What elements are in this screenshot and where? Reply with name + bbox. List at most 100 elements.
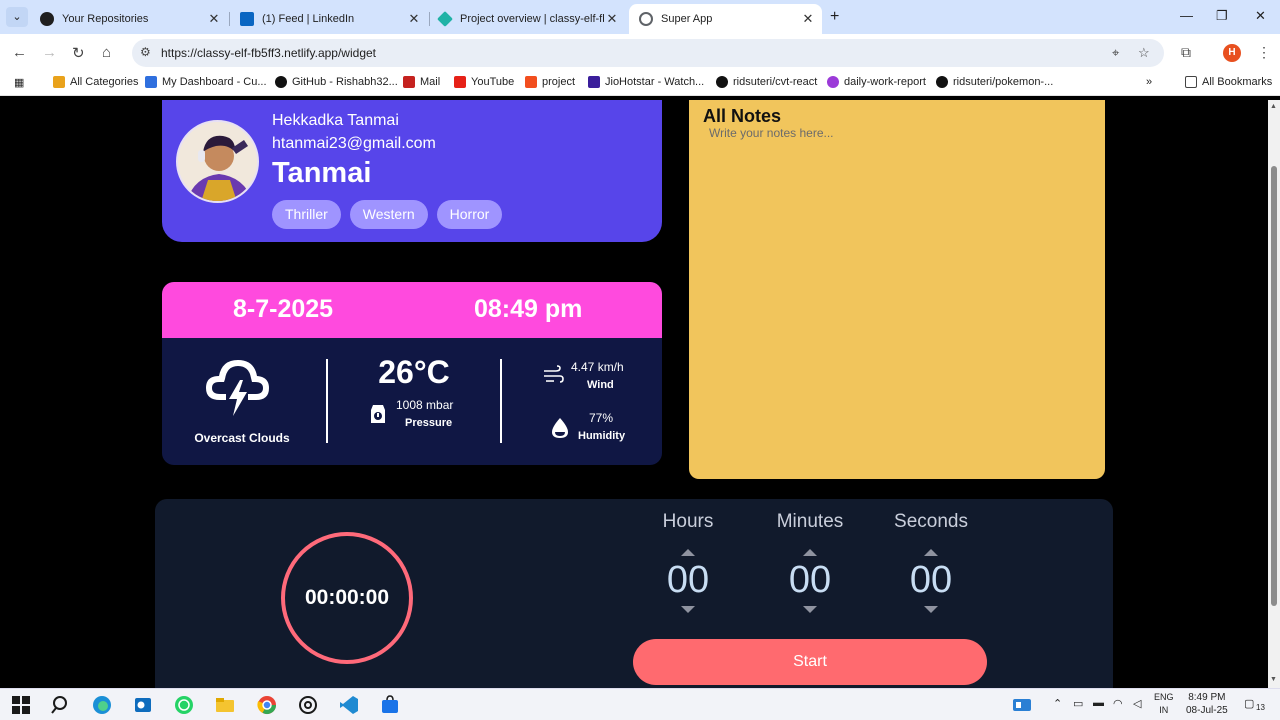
close-icon[interactable]: ✕ (800, 11, 816, 27)
maximize-icon[interactable]: ❐ (1216, 8, 1228, 24)
notes-textarea[interactable] (709, 126, 1089, 456)
notes-title: All Notes (703, 106, 782, 126)
widgets-icon[interactable] (1012, 695, 1032, 715)
store-icon[interactable] (380, 695, 400, 715)
pressure-value: 1008 mbar (396, 398, 454, 412)
language-indicator[interactable]: ENG IN (1154, 691, 1174, 717)
tab-search-button[interactable]: ⌄ (6, 7, 28, 27)
category-icon (53, 76, 65, 88)
netlify-icon (437, 11, 453, 27)
genre-chip[interactable]: Western (349, 200, 428, 229)
hours-decrement-icon[interactable] (681, 606, 695, 613)
github-icon (716, 76, 728, 88)
bookmark-item[interactable]: My Dashboard - Cu... (145, 76, 267, 88)
wind-icon (544, 365, 564, 383)
hours-label: Hours (662, 511, 714, 532)
file-explorer-icon[interactable] (215, 695, 235, 715)
weather-header: 8-7-2025 08:49 pm (162, 282, 662, 338)
bookmark-item[interactable]: GitHub - Rishabh32... (275, 76, 398, 88)
volume-icon[interactable]: ◁ (1133, 697, 1141, 710)
mail-icon (403, 76, 415, 88)
report-icon (827, 76, 839, 88)
profile-avatar[interactable]: H (1223, 44, 1241, 62)
more-bookmarks-icon[interactable]: » (1146, 76, 1152, 88)
timer-card: 00:00:00 Hours 00 Minutes 00 Seconds 00 … (155, 499, 1113, 688)
windows-start-icon[interactable] (11, 695, 31, 715)
seconds-label: Seconds (894, 511, 968, 532)
system-clock[interactable]: 8:49 PM 08-Jul-25 (1186, 691, 1228, 717)
close-icon[interactable]: ✕ (604, 11, 620, 27)
close-icon[interactable]: ✕ (206, 11, 222, 27)
close-icon[interactable]: ✕ (406, 11, 422, 27)
linkedin-icon (240, 12, 254, 26)
whatsapp-icon[interactable] (174, 695, 194, 715)
reload-icon[interactable]: ↻ (72, 44, 85, 62)
bookmark-item[interactable]: daily-work-report (827, 76, 926, 88)
all-bookmarks-folder[interactable]: All Bookmarks (1185, 76, 1272, 88)
minimize-icon[interactable]: — (1180, 8, 1193, 23)
edge-icon[interactable] (92, 695, 112, 715)
genre-chips: Thriller Western Horror (272, 200, 503, 229)
bookmark-item[interactable]: Mail (403, 76, 440, 88)
show-hidden-icons[interactable]: ⌃ (1053, 697, 1062, 710)
weather-temperature: 26°C (378, 354, 450, 390)
vscode-icon[interactable] (339, 695, 359, 715)
location-icon[interactable]: ⌖ (1112, 45, 1119, 61)
chrome-icon[interactable] (257, 695, 277, 715)
hotstar-icon (588, 76, 600, 88)
humidity-label: Humidity (578, 430, 626, 442)
hours-increment-icon[interactable] (681, 549, 695, 556)
notification-icon[interactable]: ▢ (1244, 697, 1254, 710)
seconds-value: 00 (909, 559, 953, 601)
scroll-down-icon[interactable]: ▼ (1270, 676, 1277, 683)
scrollbar-thumb[interactable] (1271, 166, 1277, 606)
genre-chip[interactable]: Thriller (272, 200, 341, 229)
bookmark-item[interactable]: YouTube (454, 76, 514, 88)
page-scrollbar[interactable]: ▲ ▼ (1268, 100, 1280, 688)
home-icon[interactable]: ⌂ (102, 44, 111, 61)
figma-icon (525, 76, 537, 88)
forward-arrow-icon[interactable]: → (42, 44, 57, 61)
site-info-icon[interactable]: ⚙ (140, 45, 151, 59)
globe-icon (639, 12, 653, 26)
bookmark-item[interactable]: JioHotstar - Watch... (588, 76, 704, 88)
tab-your-repositories[interactable]: Your Repositories ✕ (30, 4, 228, 34)
apps-grid-icon[interactable]: ▦ (14, 76, 24, 89)
tab-super-app[interactable]: Super App ✕ (629, 4, 822, 34)
bookmark-star-icon[interactable]: ☆ (1138, 45, 1150, 61)
hours-value: 00 (666, 559, 710, 601)
url-omnibox[interactable]: ⚙ https://classy-elf-fb5ff3.netlify.app/… (132, 39, 1164, 67)
url-text[interactable]: https://classy-elf-fb5ff3.netlify.app/wi… (161, 46, 376, 60)
github-icon (275, 76, 287, 88)
meet-icon[interactable]: ▭ (1073, 697, 1083, 710)
chatgpt-icon[interactable] (298, 695, 318, 715)
address-bar: ← → ↻ ⌂ ⚙ https://classy-elf-fb5ff3.netl… (0, 34, 1280, 72)
dashboard-icon (145, 76, 157, 88)
window-close-icon[interactable]: ✕ (1255, 8, 1266, 24)
scroll-up-icon[interactable]: ▲ (1270, 103, 1277, 110)
battery-icon[interactable]: ▬ (1093, 697, 1104, 709)
bookmark-item[interactable]: ridsuteri/cvt-react (716, 76, 817, 88)
minutes-increment-icon[interactable] (803, 549, 817, 556)
bookmark-item[interactable]: ridsuteri/pokemon-... (936, 76, 1053, 88)
notes-card: All Notes (689, 100, 1105, 479)
tab-netlify-project[interactable]: Project overview | classy-elf-fb5 ✕ (428, 4, 626, 34)
new-tab-button[interactable]: + (830, 8, 839, 26)
minutes-decrement-icon[interactable] (803, 606, 817, 613)
pressure-gauge-icon (371, 405, 385, 423)
seconds-increment-icon[interactable] (924, 549, 938, 556)
extensions-icon[interactable]: ⧉ (1181, 44, 1191, 61)
bookmark-item[interactable]: All Categories (53, 76, 138, 88)
weather-card: 8-7-2025 08:49 pm Overcast Clouds 26°C 1… (162, 282, 662, 465)
bookmarks-bar: ▦ All Categories My Dashboard - Cu... Gi… (0, 72, 1280, 96)
tab-linkedin[interactable]: (1) Feed | LinkedIn ✕ (230, 4, 428, 34)
wifi-icon[interactable]: ◠ (1113, 697, 1123, 710)
search-icon[interactable] (51, 695, 71, 715)
outlook-icon[interactable] (133, 695, 153, 715)
menu-kebab-icon[interactable]: ⋮ (1257, 44, 1271, 61)
bookmark-item[interactable]: project (525, 76, 575, 88)
genre-chip[interactable]: Horror (436, 200, 503, 229)
seconds-decrement-icon[interactable] (924, 606, 938, 613)
back-arrow-icon[interactable]: ← (12, 44, 27, 61)
start-button[interactable]: Start (633, 639, 987, 685)
